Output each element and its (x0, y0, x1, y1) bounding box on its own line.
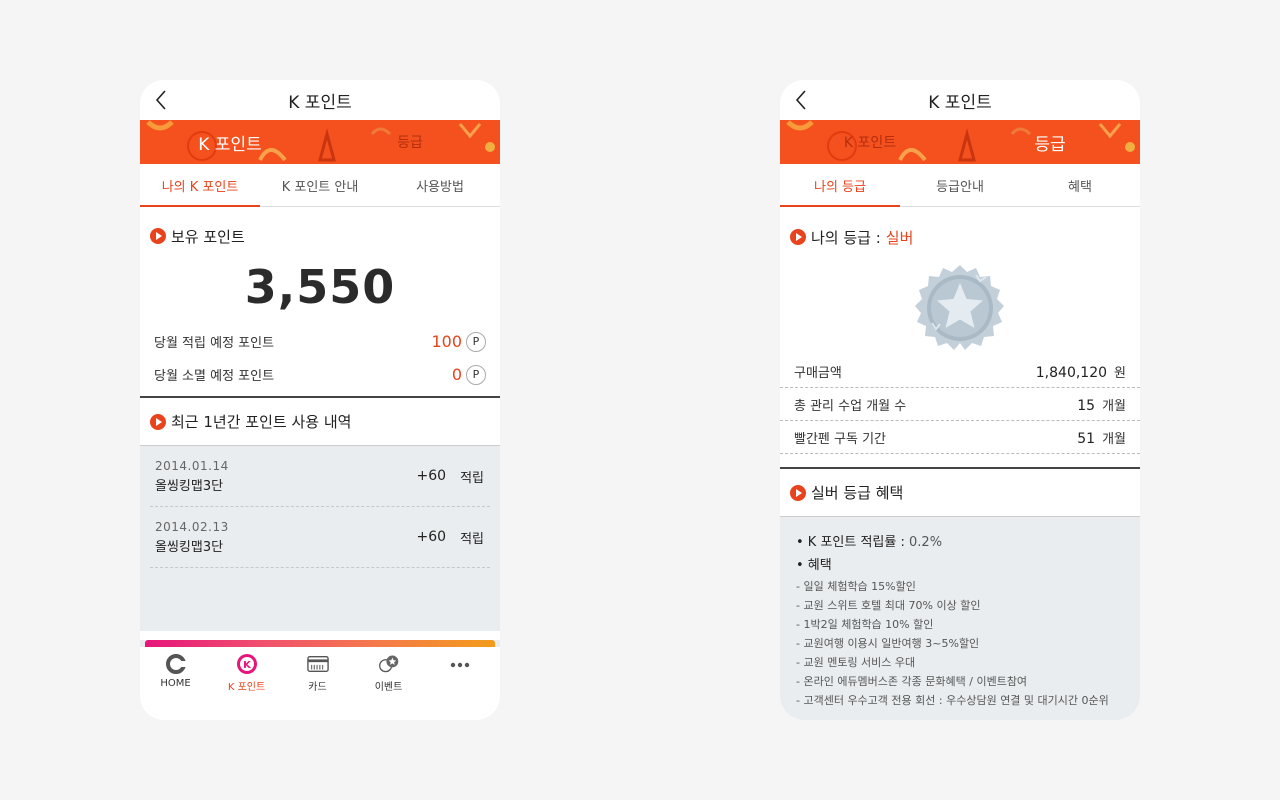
more-icon (449, 653, 471, 675)
benefit-panel: • K 포인트 적립률 : 0.2% • 혜택 - 일일 체험학습 15%할인 … (780, 517, 1140, 720)
info-unit: 개월 (1102, 399, 1126, 414)
monthly-expire-value: 0 (451, 365, 462, 384)
my-grade-heading: 나의 등급 : 실버 (780, 207, 1140, 263)
points-total: 3,550 (244, 260, 396, 314)
benefit-item: - 교원여행 이용시 일반여행 3~5%할인 (796, 637, 980, 650)
page-title: K 포인트 (288, 92, 352, 113)
monthly-earn-row: 당월 적립 예정 포인트 100 P (140, 325, 500, 358)
banner-tab-grade[interactable]: 등급 (960, 120, 1140, 164)
banner-tab-k-point[interactable]: K 포인트 (140, 120, 320, 164)
history-label: 최근 1년간 포인트 사용 내역 (171, 413, 352, 431)
held-points-label: 보유 포인트 (171, 227, 245, 246)
tab-k-point-guide[interactable]: K 포인트 안내 (260, 164, 380, 206)
info-label: 총 관리 수업 개월 수 (794, 399, 907, 414)
bottom-nav: HOME K K 포인트 카드 이벤트 (140, 640, 500, 720)
info-unit: 원 (1114, 366, 1126, 381)
purchase-amount-row: 구매금액 1,840,120 원 (780, 355, 1140, 388)
info-unit: 개월 (1102, 432, 1126, 447)
history-list: 2014.01.14 올씽킹맵3단 +60 적립 2014.02.13 올씽킹맵… (140, 446, 500, 631)
info-label: 빨간펜 구독 기간 (794, 432, 886, 447)
history-date: 2014.01.14 (155, 458, 229, 473)
silver-benefit-heading: 실버 등급 혜택 (780, 469, 1140, 517)
silver-benefit-label: 실버 등급 혜택 (811, 484, 904, 502)
history-name: 올씽킹맵3단 (155, 478, 224, 494)
back-icon[interactable] (790, 88, 814, 112)
benefit-item: - 고객센터 우수고객 전용 회선 : 우수상담원 연결 및 대기시간 0순위 (796, 694, 1109, 707)
info-label: 구매금액 (794, 366, 842, 381)
history-type: 적립 (460, 531, 484, 547)
history-date: 2014.02.13 (155, 519, 229, 534)
benefit-item: - 일일 체험학습 15%할인 (796, 580, 916, 593)
benefit-title: • 혜택 (796, 558, 832, 573)
benefit-item: - 교원 스위트 호텔 최대 70% 이상 할인 (796, 599, 981, 612)
tab-how-to-use[interactable]: 사용방법 (380, 164, 500, 206)
play-bullet-icon (150, 228, 166, 244)
nav-home[interactable]: HOME (140, 647, 211, 720)
point-rate: • K 포인트 적립률 : 0.2% (796, 531, 1124, 550)
phone-screen-grade: K 포인트 K 포인트 등급 나의 등급 등급안내 혜택 나의 등급 : 실버 (780, 80, 1140, 720)
nav-label: K 포인트 (227, 682, 266, 693)
play-bullet-icon (790, 229, 806, 245)
nav-label: 이벤트 (374, 682, 403, 693)
nav-more[interactable] (424, 647, 495, 720)
play-bullet-icon (790, 484, 806, 501)
monthly-earn-value: 100 (431, 332, 462, 351)
benefit-item: - 교원 멘토링 서비스 우대 (796, 656, 916, 669)
history-name: 올씽킹맵3단 (155, 539, 224, 555)
p-badge-icon: P (466, 364, 486, 385)
grade-value: 실버 (885, 228, 914, 247)
info-value: 1,840,120 (1035, 365, 1108, 381)
class-months-row: 총 관리 수업 개월 수 15 개월 (780, 388, 1140, 421)
history-heading: 최근 1년간 포인트 사용 내역 (140, 398, 500, 446)
event-icon (378, 653, 400, 675)
list-item[interactable]: 2014.01.14 올씽킹맵3단 +60 적립 (150, 446, 490, 507)
card-icon (306, 653, 329, 675)
benefit-item: - 온라인 에듀멤버스존 각종 문화혜택 / 이벤트참여 (796, 675, 1028, 688)
monthly-expire-row: 당월 소멸 예정 포인트 0 P (140, 358, 500, 391)
info-value: 15 (1077, 398, 1096, 414)
silver-medal-icon (780, 263, 1140, 355)
top-bar: K 포인트 (780, 80, 1140, 120)
history-type: 적립 (460, 470, 484, 486)
top-bar: K 포인트 (140, 80, 500, 120)
banner-tabs: K 포인트 등급 (140, 120, 500, 164)
info-value: 51 (1077, 431, 1096, 447)
monthly-expire-label: 당월 소멸 예정 포인트 (154, 369, 275, 384)
benefit-item: - 1박2일 체험학습 10% 할인 (796, 618, 934, 631)
k-point-icon: K (236, 653, 258, 675)
phone-screen-points: K 포인트 K 포인트 등급 나의 K 포인트 K 포인트 안내 사용방법 보유… (140, 80, 500, 720)
tab-grade-guide[interactable]: 등급안내 (900, 164, 1020, 206)
back-icon[interactable] (150, 88, 174, 112)
page-title: K 포인트 (928, 92, 992, 113)
nav-label: HOME (160, 678, 191, 689)
rate-label: • K 포인트 적립률 : (796, 535, 905, 550)
sub-tabs: 나의 등급 등급안내 혜택 (780, 164, 1140, 207)
nav-k-point[interactable]: K K 포인트 (211, 647, 282, 720)
my-grade-label: 나의 등급 : (811, 228, 881, 247)
sub-tabs: 나의 K 포인트 K 포인트 안내 사용방법 (140, 164, 500, 207)
home-icon (165, 653, 187, 675)
nav-event[interactable]: 이벤트 (353, 647, 424, 720)
rate-value: 0.2% (909, 535, 943, 550)
list-item[interactable]: 2014.02.13 올씽킹맵3단 +60 적립 (150, 507, 490, 568)
held-points-heading: 보유 포인트 (140, 207, 500, 261)
monthly-earn-label: 당월 적립 예정 포인트 (154, 336, 275, 351)
p-badge-icon: P (466, 331, 486, 352)
tab-my-grade[interactable]: 나의 등급 (780, 164, 900, 207)
banner-tab-k-point[interactable]: K 포인트 (780, 120, 960, 164)
tab-benefits[interactable]: 혜택 (1020, 164, 1140, 206)
nav-card[interactable]: 카드 (282, 647, 353, 720)
play-bullet-icon (150, 413, 166, 430)
history-amount: +60 (416, 468, 447, 484)
nav-label: 카드 (308, 682, 327, 693)
svg-text:K: K (243, 660, 252, 671)
history-amount: +60 (416, 529, 447, 545)
banner-tabs: K 포인트 등급 (780, 120, 1140, 164)
subscription-period-row: 빨간펜 구독 기간 51 개월 (780, 421, 1140, 454)
tab-my-k-point[interactable]: 나의 K 포인트 (140, 164, 260, 207)
banner-tab-grade[interactable]: 등급 (320, 120, 500, 164)
